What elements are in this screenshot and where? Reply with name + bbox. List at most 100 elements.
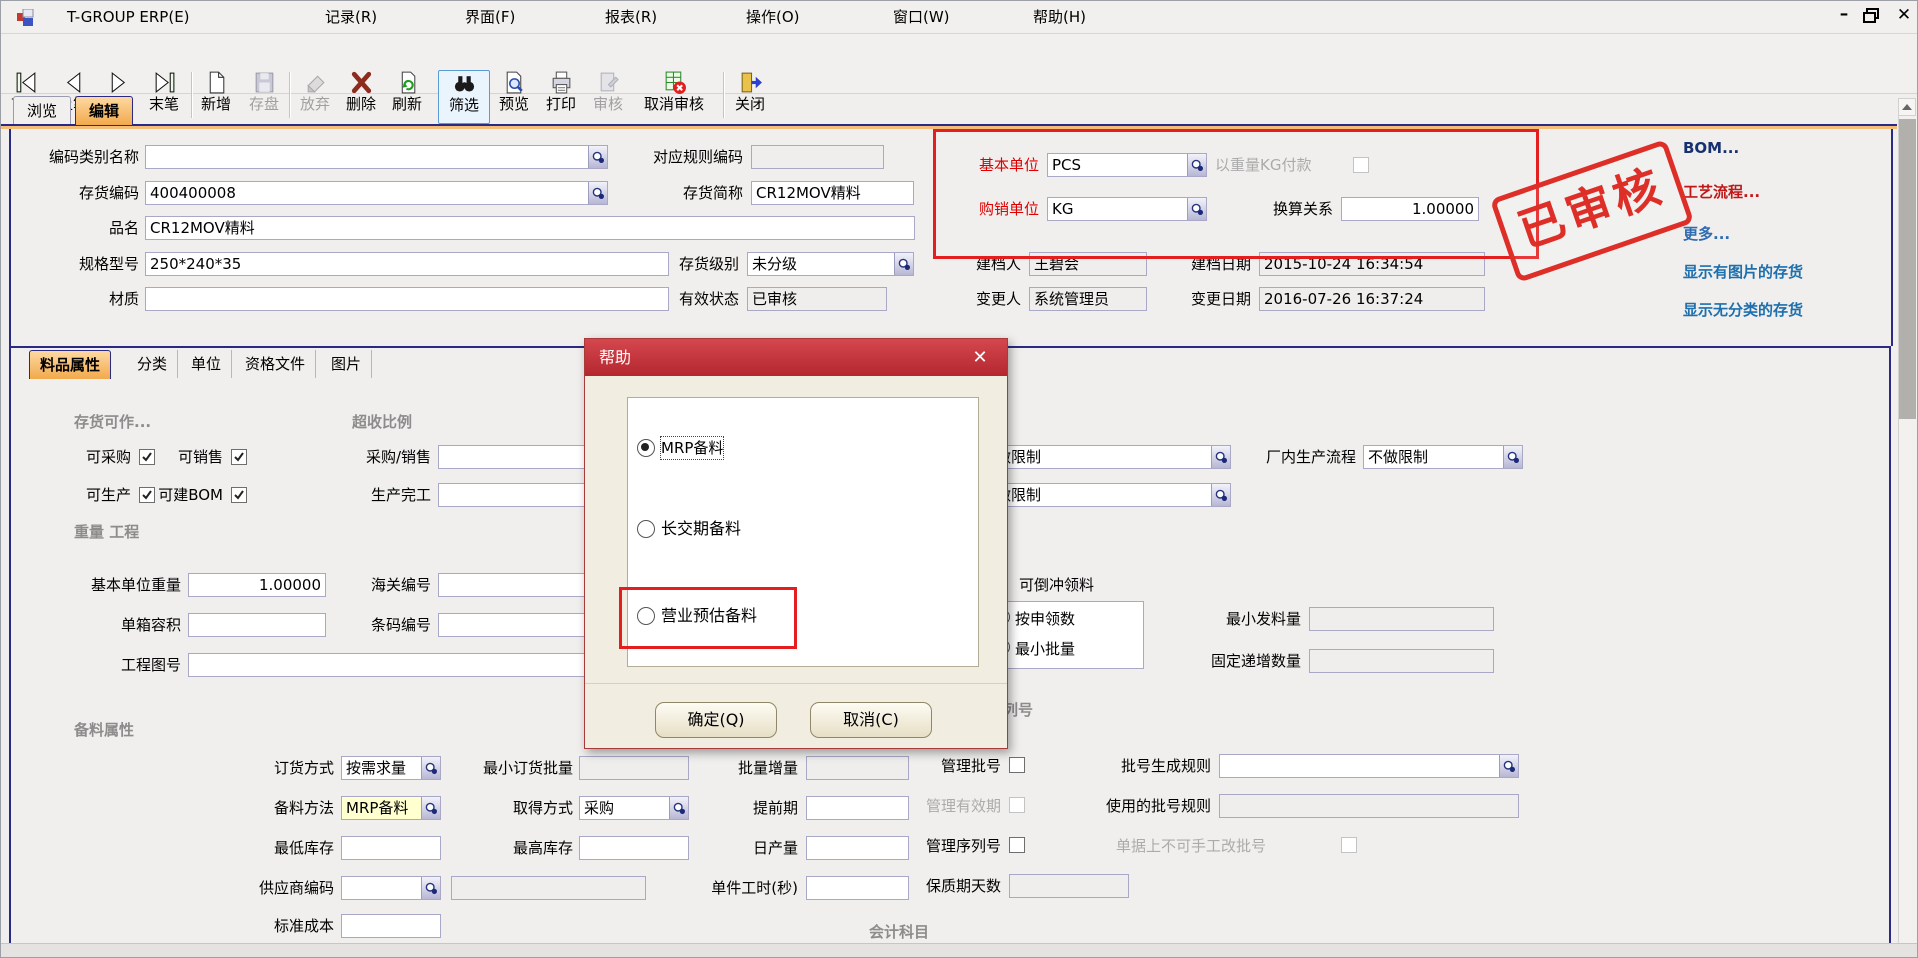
order-mode-combo[interactable]: 按需求量 xyxy=(341,756,441,780)
inventory-code-combo[interactable]: 400400008 xyxy=(145,181,608,205)
vertical-scrollbar-thumb[interactable] xyxy=(1899,119,1916,419)
manage-serial-checkbox[interactable] xyxy=(1009,837,1025,853)
subtab-unit[interactable]: 单位 xyxy=(181,350,232,378)
customs-no-field[interactable] xyxy=(438,573,588,597)
menu-window[interactable]: 窗口(W) xyxy=(889,1,954,33)
more-link[interactable]: 更多... xyxy=(1683,223,1730,244)
tab-browse[interactable]: 浏览 xyxy=(13,96,71,125)
subtab-classification[interactable]: 分类 xyxy=(127,350,178,378)
menu-app[interactable]: T-GROUP ERP(E) xyxy=(63,1,194,33)
lookup-icon[interactable] xyxy=(1499,755,1518,777)
mrp-prep-radio[interactable] xyxy=(637,439,655,457)
base-unit-weight-field[interactable]: 1.00000 xyxy=(188,573,326,597)
base-unit-combo[interactable]: PCS xyxy=(1047,153,1207,177)
can-build-bom-checkbox[interactable] xyxy=(231,487,247,503)
fixed-increment-field[interactable] xyxy=(1309,649,1494,673)
toolbar-print-button[interactable]: 打印 xyxy=(539,70,583,124)
minimize-button[interactable]: – xyxy=(1831,1,1857,31)
tab-edit[interactable]: 编辑 xyxy=(75,96,133,125)
fixed-increment-label: 固定递增数量 xyxy=(1186,649,1301,673)
max-stock-field[interactable] xyxy=(579,836,689,860)
close-window-button[interactable]: ✕ xyxy=(1891,1,1917,31)
sellable-checkbox[interactable] xyxy=(231,449,247,465)
toolbar-refresh-button[interactable]: 刷新 xyxy=(385,70,429,124)
min-stock-field[interactable] xyxy=(341,836,441,860)
toolbar-cancel-audit-button[interactable]: 取消审核 xyxy=(634,70,714,124)
menu-help[interactable]: 帮助(H) xyxy=(1029,1,1090,33)
long-lead-prep-label[interactable]: 长交期备料 xyxy=(661,518,741,540)
subtab-item-attributes[interactable]: 料品属性 xyxy=(29,350,111,379)
prep-method-combo[interactable]: MRP备料 xyxy=(341,796,441,820)
lookup-icon[interactable] xyxy=(669,797,688,819)
lookup-icon[interactable] xyxy=(421,757,440,779)
show-with-image-link[interactable]: 显示有图片的存货 xyxy=(1683,261,1803,282)
toolbar-new-button[interactable]: 新增 xyxy=(194,70,238,124)
min-issue-field[interactable] xyxy=(1309,607,1494,631)
purchase-sale-field[interactable] xyxy=(438,445,588,469)
dialog-ok-button[interactable]: 确定(Q) xyxy=(655,702,777,738)
material-label: 材质 xyxy=(21,287,139,311)
product-name-field[interactable]: CR12MOV精料 xyxy=(145,216,915,240)
business-forecast-prep-radio[interactable] xyxy=(637,607,655,625)
lead-time-field[interactable] xyxy=(806,796,909,820)
toolbar-last-button[interactable]: 末笔 xyxy=(142,70,186,124)
rule-code-field[interactable] xyxy=(751,145,884,169)
subtab-qualification[interactable]: 资格文件 xyxy=(235,350,316,378)
material-field[interactable] xyxy=(145,287,669,311)
restriction-combo-2[interactable]: 不做限制 xyxy=(976,483,1231,507)
business-forecast-prep-label[interactable]: 营业预估备料 xyxy=(661,605,757,627)
box-volume-field[interactable] xyxy=(188,613,326,637)
lookup-icon[interactable] xyxy=(1187,198,1206,220)
unit-hours-field[interactable] xyxy=(806,876,909,900)
menu-record[interactable]: 记录(R) xyxy=(321,1,381,33)
toolbar-delete-button[interactable]: 删除 xyxy=(339,70,383,124)
batch-rule-combo[interactable] xyxy=(1219,754,1519,778)
conversion-field[interactable]: 1.00000 xyxy=(1341,197,1479,221)
manage-batch-checkbox[interactable] xyxy=(1009,757,1025,773)
lookup-icon[interactable] xyxy=(894,253,913,275)
lookup-icon[interactable] xyxy=(1211,484,1230,506)
lookup-icon[interactable] xyxy=(1503,446,1522,468)
daily-output-field[interactable] xyxy=(806,836,909,860)
menu-operate[interactable]: 操作(O) xyxy=(742,1,804,33)
dialog-cancel-button[interactable]: 取消(C) xyxy=(810,702,932,738)
supplier-code-combo[interactable] xyxy=(341,876,441,900)
factory-flow-combo[interactable]: 不做限制 xyxy=(1363,445,1523,469)
toolbar-preview-button[interactable]: 预览 xyxy=(492,70,536,124)
supplier-code-label: 供应商编码 xyxy=(214,876,334,900)
toolbar-filter-button[interactable]: 筛选 xyxy=(438,70,490,124)
production-done-field[interactable] xyxy=(438,483,588,507)
restriction-combo-1[interactable]: 不做限制 xyxy=(976,445,1231,469)
lookup-icon[interactable] xyxy=(421,797,440,819)
code-category-combo[interactable] xyxy=(145,145,608,169)
menu-report[interactable]: 报表(R) xyxy=(601,1,661,33)
barcode-no-field[interactable] xyxy=(438,613,588,637)
long-lead-prep-radio[interactable] xyxy=(637,520,655,538)
inventory-abbr-field[interactable]: CR12MOV精料 xyxy=(751,181,914,205)
shelf-days-field[interactable] xyxy=(1009,874,1129,898)
lookup-icon[interactable] xyxy=(1211,446,1230,468)
dialog-close-icon[interactable]: ✕ xyxy=(965,339,995,376)
shelf-days-label: 保质期天数 xyxy=(909,874,1001,898)
inventory-level-combo[interactable]: 未分级 xyxy=(747,252,914,276)
lookup-icon[interactable] xyxy=(421,877,440,899)
process-flow-link[interactable]: 工艺流程... xyxy=(1683,181,1760,202)
spec-field[interactable]: 250*240*35 xyxy=(145,252,669,276)
show-unclassified-link[interactable]: 显示无分类的存货 xyxy=(1683,299,1803,320)
manage-serial-label: 管理序列号 xyxy=(909,834,1001,858)
sales-unit-combo[interactable]: KG xyxy=(1047,197,1207,221)
acquire-mode-combo[interactable]: 采购 xyxy=(579,796,689,820)
prep-method-label: 备料方法 xyxy=(234,796,334,820)
batch-increment-field[interactable] xyxy=(806,756,909,780)
toolbar-close-button[interactable]: 关闭 xyxy=(728,70,772,124)
subtab-picture[interactable]: 图片 xyxy=(321,350,372,378)
bom-link[interactable]: BOM... xyxy=(1683,139,1739,157)
std-cost-field[interactable] xyxy=(341,914,441,938)
scroll-up-icon[interactable] xyxy=(1898,98,1916,116)
restore-button[interactable] xyxy=(1863,8,1879,22)
drawing-no-field[interactable] xyxy=(188,653,588,677)
lookup-icon[interactable] xyxy=(1187,154,1206,176)
mrp-prep-label[interactable]: MRP备料 xyxy=(661,437,723,459)
horizontal-scrollbar[interactable] xyxy=(1,943,1918,958)
menu-interface[interactable]: 界面(F) xyxy=(461,1,519,33)
